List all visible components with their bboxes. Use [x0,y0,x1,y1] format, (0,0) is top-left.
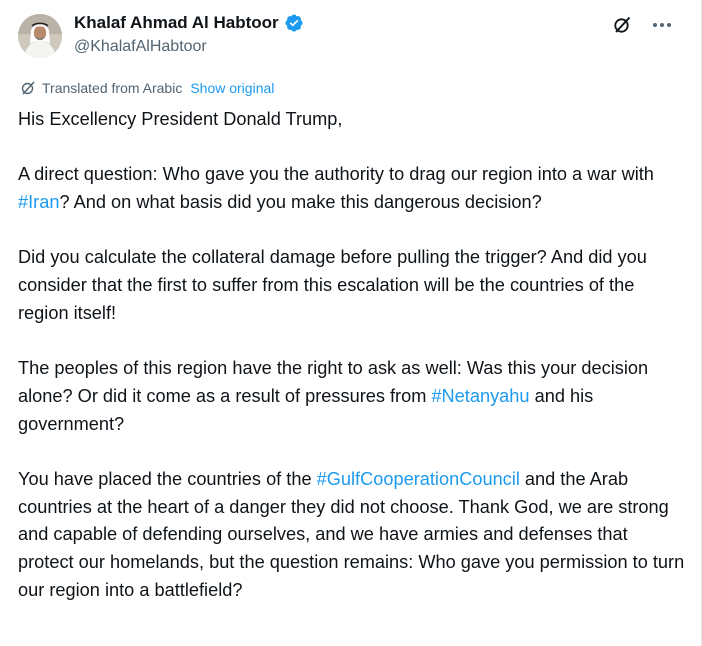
paragraph-text: A direct question: Who gave you the auth… [18,164,654,185]
paragraph-text: You have placed the countries of the [18,469,317,490]
avatar-image [18,14,62,58]
post-paragraph-3: Did you calculate the collateral damage … [18,247,647,323]
translate-icon [20,80,36,96]
post-actions [611,14,673,36]
grok-icon[interactable] [611,14,633,36]
author-name[interactable]: Khalaf Ahmad Al Habtoor [74,13,279,33]
hashtag-iran[interactable]: #Iran [18,192,59,212]
post-paragraph-1: His Excellency President Donald Trump, [18,109,343,129]
more-options-icon[interactable] [651,14,673,36]
show-original-link[interactable]: Show original [190,80,274,96]
avatar[interactable] [18,14,62,58]
post-paragraph-4: The peoples of this region have the righ… [18,355,688,438]
post-paragraph-5: You have placed the countries of the #Gu… [18,466,688,605]
author-handle[interactable]: @KhalafAlHabtoor [74,38,207,56]
translated-label: Translated from Arabic [42,80,183,96]
post-paragraph-2: A direct question: Who gave you the auth… [18,161,688,216]
paragraph-text: ? And on what basis did you make this da… [59,192,542,213]
hashtag-gulf-cooperation-council[interactable]: #GulfCooperationCouncil [317,469,520,489]
post-text: His Excellency President Donald Trump, A… [18,106,688,632]
translation-notice: Translated from Arabic Show original [20,80,274,96]
post-card: Khalaf Ahmad Al Habtoor @KhalafAlHabtoor [0,0,702,646]
verified-badge-icon [284,13,304,33]
author-name-row: Khalaf Ahmad Al Habtoor [74,13,304,33]
hashtag-netanyahu[interactable]: #Netanyahu [431,386,529,406]
